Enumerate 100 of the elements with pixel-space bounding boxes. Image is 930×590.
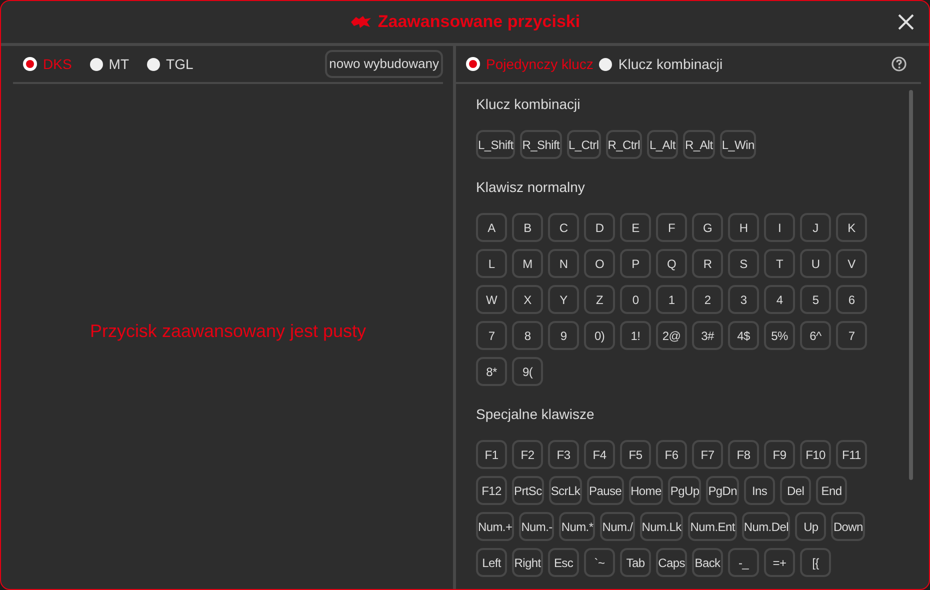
key-button[interactable]: 7 xyxy=(836,321,867,350)
radio-option[interactable]: TGL xyxy=(147,54,194,74)
key-button[interactable]: R xyxy=(692,249,723,278)
key-button[interactable]: PrtSc xyxy=(512,476,544,505)
key-button[interactable]: 4 xyxy=(764,285,795,314)
key-button[interactable]: 5% xyxy=(764,321,795,350)
key-button[interactable]: Del xyxy=(780,476,812,505)
key-button[interactable]: F9 xyxy=(764,440,795,469)
key-button[interactable]: 3# xyxy=(692,321,723,350)
key-button[interactable]: F1 xyxy=(476,440,507,469)
key-button[interactable]: 6 xyxy=(836,285,867,314)
key-button[interactable]: Caps xyxy=(656,548,687,577)
key-button[interactable]: PgUp xyxy=(668,476,702,505)
key-button[interactable]: Num.Ent xyxy=(688,512,737,541)
key-button[interactable]: F10 xyxy=(800,440,831,469)
key-button[interactable]: Num./ xyxy=(600,512,635,541)
key-button[interactable]: F4 xyxy=(584,440,615,469)
key-button[interactable]: Num.* xyxy=(559,512,596,541)
key-button[interactable]: N xyxy=(548,249,579,278)
key-button[interactable]: 1 xyxy=(656,285,687,314)
key-button[interactable]: Back xyxy=(692,548,723,577)
key-button[interactable]: -_ xyxy=(728,548,759,577)
window-title: Zaawansowane przyciski xyxy=(378,11,580,34)
key-button[interactable]: F11 xyxy=(836,440,867,469)
key-button[interactable]: L_Shift xyxy=(476,130,516,159)
key-button[interactable]: Z xyxy=(584,285,615,314)
key-button[interactable]: 8 xyxy=(512,321,543,350)
key-button[interactable]: L_Alt xyxy=(646,130,678,159)
key-button[interactable]: R_Alt xyxy=(682,130,715,159)
key-button[interactable]: H xyxy=(728,213,759,242)
key-button[interactable]: 2@ xyxy=(656,321,687,350)
key-button[interactable]: 6^ xyxy=(800,321,831,350)
key-button[interactable]: PgDn xyxy=(706,476,740,505)
help-icon[interactable] xyxy=(891,56,907,72)
key-button[interactable]: Esc xyxy=(548,548,579,577)
key-button[interactable]: F3 xyxy=(548,440,579,469)
key-button[interactable]: E xyxy=(620,213,651,242)
key-button[interactable]: Home xyxy=(628,476,664,505)
key-button[interactable]: G xyxy=(692,213,723,242)
key-button[interactable]: D xyxy=(584,213,615,242)
key-button[interactable]: P xyxy=(620,249,651,278)
key-button[interactable]: Down xyxy=(831,512,865,541)
key-button[interactable]: 9( xyxy=(512,357,543,386)
radio-option[interactable]: Klucz kombinacji xyxy=(599,54,723,74)
key-button[interactable]: C xyxy=(548,213,579,242)
key-button[interactable]: O xyxy=(584,249,615,278)
key-button[interactable]: F2 xyxy=(512,440,543,469)
key-button[interactable]: F8 xyxy=(728,440,759,469)
key-button[interactable]: Pause xyxy=(587,476,624,505)
key-button[interactable]: F xyxy=(656,213,687,242)
key-button[interactable]: F12 xyxy=(476,476,507,505)
key-button[interactable]: L_Win xyxy=(720,130,756,159)
key-button[interactable]: Tab xyxy=(620,548,651,577)
key-button[interactable]: F6 xyxy=(656,440,687,469)
key-button[interactable]: 2 xyxy=(692,285,723,314)
key-button[interactable]: 7 xyxy=(476,321,507,350)
key-button[interactable]: Right xyxy=(512,548,543,577)
key-button[interactable]: 1! xyxy=(620,321,651,350)
new-button[interactable]: nowo wybudowany xyxy=(325,50,443,78)
key-button[interactable]: =+ xyxy=(764,548,795,577)
key-button[interactable]: Num.- xyxy=(519,512,554,541)
key-button[interactable]: W xyxy=(476,285,507,314)
key-button[interactable]: F7 xyxy=(692,440,723,469)
key-button[interactable]: B xyxy=(512,213,543,242)
key-button[interactable]: 5 xyxy=(800,285,831,314)
key-button[interactable]: 9 xyxy=(548,321,579,350)
key-button[interactable]: 0) xyxy=(584,321,615,350)
key-button[interactable]: `~ xyxy=(584,548,615,577)
key-button[interactable]: T xyxy=(764,249,795,278)
key-button[interactable]: 0 xyxy=(620,285,651,314)
key-button[interactable]: U xyxy=(800,249,831,278)
key-button[interactable]: Num.Del xyxy=(742,512,790,541)
key-button[interactable]: Num.+ xyxy=(476,512,514,541)
key-button[interactable]: M xyxy=(512,249,543,278)
key-button[interactable]: F5 xyxy=(620,440,651,469)
key-button[interactable]: L_Ctrl xyxy=(566,130,601,159)
key-button[interactable]: K xyxy=(836,213,867,242)
key-button[interactable]: Y xyxy=(548,285,579,314)
key-button[interactable]: Up xyxy=(795,512,826,541)
key-button[interactable]: J xyxy=(800,213,831,242)
key-button[interactable]: 8* xyxy=(476,357,507,386)
key-button[interactable]: Num.Lk xyxy=(640,512,684,541)
key-button[interactable]: ScrLk xyxy=(548,476,582,505)
key-button[interactable]: S xyxy=(728,249,759,278)
key-button[interactable]: R_Shift xyxy=(520,130,562,159)
key-button[interactable]: I xyxy=(764,213,795,242)
key-button[interactable]: 3 xyxy=(728,285,759,314)
key-button[interactable]: A xyxy=(476,213,507,242)
key-button[interactable]: Ins xyxy=(744,476,776,505)
key-button[interactable]: Left xyxy=(476,548,507,577)
key-button[interactable]: 4$ xyxy=(728,321,759,350)
key-button[interactable]: End xyxy=(816,476,848,505)
key-button[interactable]: Q xyxy=(656,249,687,278)
radio-option[interactable]: MT xyxy=(90,54,130,74)
key-button[interactable]: L xyxy=(476,249,507,278)
key-button[interactable]: R_Ctrl xyxy=(606,130,642,159)
key-button[interactable]: X xyxy=(512,285,543,314)
key-button[interactable]: [{ xyxy=(800,548,831,577)
empty-message: Przycisk zaawansowany jest pusty xyxy=(90,320,366,343)
key-button[interactable]: V xyxy=(836,249,867,278)
